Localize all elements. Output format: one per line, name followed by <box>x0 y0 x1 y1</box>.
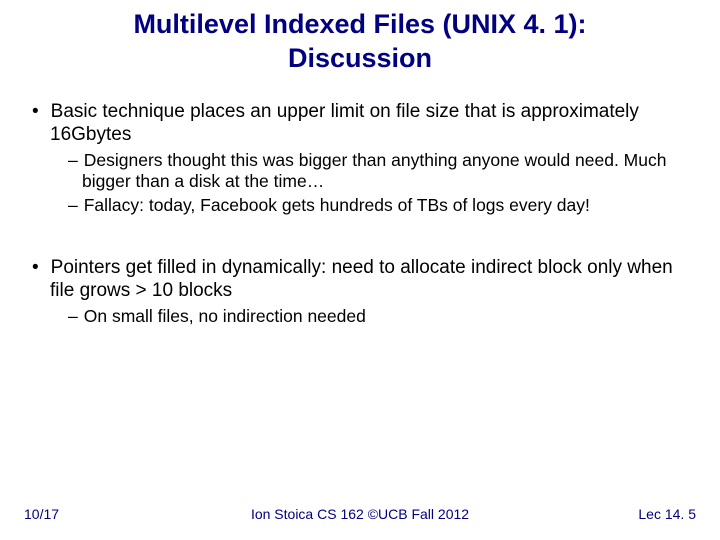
footer-center: Ion Stoica CS 162 ©UCB Fall 2012 <box>24 506 696 522</box>
bullet-1a: Designers thought this was bigger than a… <box>28 150 692 193</box>
slide-footer: 10/17 Ion Stoica CS 162 ©UCB Fall 2012 L… <box>0 506 720 522</box>
bullet-2: Pointers get filled in dynamically: need… <box>28 256 692 302</box>
slide-title: Multilevel Indexed Files (UNIX 4. 1): Di… <box>0 0 720 76</box>
bullet-2a: On small files, no indirection needed <box>28 306 692 327</box>
bullet-1b: Fallacy: today, Facebook gets hundreds o… <box>28 195 692 216</box>
title-line-2: Discussion <box>40 42 680 76</box>
spacer <box>28 218 692 248</box>
bullet-1: Basic technique places an upper limit on… <box>28 100 692 146</box>
title-line-1: Multilevel Indexed Files (UNIX 4. 1): <box>40 8 680 42</box>
footer-right: Lec 14. 5 <box>638 506 696 522</box>
footer-date: 10/17 <box>24 506 59 522</box>
slide-body: Basic technique places an upper limit on… <box>0 76 720 328</box>
